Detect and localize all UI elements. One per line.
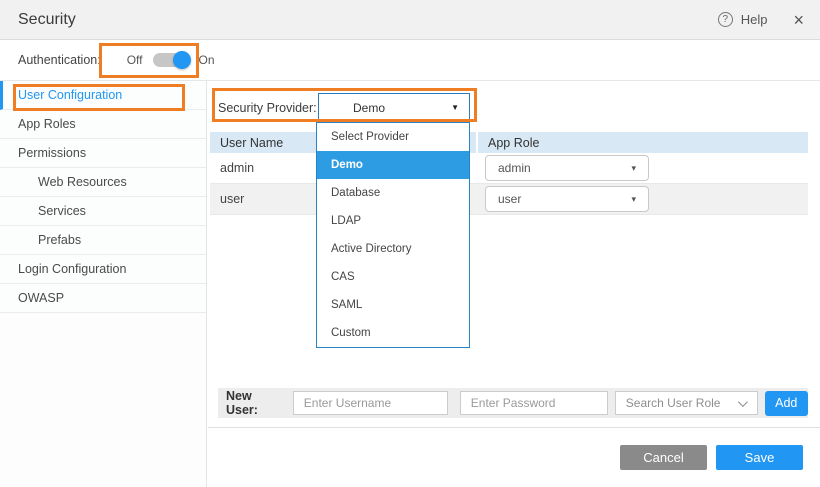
dropdown-arrow-icon: ▾ <box>631 163 636 174</box>
security-provider-select[interactable]: Demo ▼ <box>318 93 470 122</box>
security-provider-label: Security Provider: <box>218 101 318 115</box>
authentication-label: Authentication: <box>18 53 101 67</box>
selected-provider-value: Demo <box>319 101 385 115</box>
save-button[interactable]: Save <box>716 445 803 470</box>
dropdown-arrow-icon: ▼ <box>451 103 459 112</box>
provider-option-database[interactable]: Database <box>317 179 469 207</box>
toggle-off-label: Off <box>127 53 143 67</box>
provider-option-select-provider[interactable]: Select Provider <box>317 123 469 151</box>
sidebar-item-login-configuration[interactable]: Login Configuration <box>0 255 206 284</box>
footer-divider <box>208 427 820 428</box>
close-icon[interactable]: × <box>793 11 804 29</box>
provider-option-custom[interactable]: Custom <box>317 319 469 347</box>
user-role-placeholder: Search User Role <box>616 396 721 410</box>
provider-option-ldap[interactable]: LDAP <box>317 207 469 235</box>
provider-option-cas[interactable]: CAS <box>317 263 469 291</box>
column-header-app-role: App Role <box>478 132 808 153</box>
new-user-row: New User: Search User Role Add <box>218 388 808 418</box>
sidebar-item-permissions[interactable]: Permissions <box>0 139 206 168</box>
toggle-knob[interactable] <box>173 51 191 69</box>
help-icon[interactable]: ? <box>718 12 733 27</box>
provider-option-demo[interactable]: Demo <box>317 151 469 179</box>
sidebar-item-app-roles[interactable]: App Roles <box>0 110 206 139</box>
app-role-select[interactable]: admin ▾ <box>485 155 649 181</box>
provider-option-active-directory[interactable]: Active Directory <box>317 235 469 263</box>
provider-dropdown-list: Select Provider Demo Database LDAP Activ… <box>316 122 470 348</box>
authentication-row: Authentication: Off On <box>0 40 820 81</box>
users-table: User Name App Role admin admin ▾ user us… <box>210 132 808 215</box>
authentication-toggle-group: Off On <box>127 53 215 67</box>
sidebar: User Configuration App Roles Permissions… <box>0 81 207 487</box>
username-input[interactable] <box>293 391 448 415</box>
sidebar-item-prefabs[interactable]: Prefabs <box>0 226 206 255</box>
cancel-button[interactable]: Cancel <box>620 445 707 470</box>
authentication-toggle[interactable] <box>153 53 189 67</box>
password-input[interactable] <box>460 391 608 415</box>
header-actions: ? Help × <box>718 11 804 29</box>
table-row: admin admin ▾ <box>210 153 808 184</box>
sidebar-item-web-resources[interactable]: Web Resources <box>0 168 206 197</box>
app-role-value: user <box>486 192 521 206</box>
security-settings-window: Security ? Help × Authentication: Off On… <box>0 0 820 487</box>
help-button[interactable]: Help <box>741 12 768 27</box>
page-title: Security <box>18 11 76 29</box>
chevron-down-icon <box>738 397 748 407</box>
toggle-on-label: On <box>199 53 215 67</box>
new-user-label: New User: <box>226 389 284 417</box>
app-role-value: admin <box>486 161 531 175</box>
provider-option-saml[interactable]: SAML <box>317 291 469 319</box>
sidebar-item-services[interactable]: Services <box>0 197 206 226</box>
security-provider-row: Security Provider: Demo ▼ <box>218 93 318 122</box>
window-header: Security ? Help × <box>0 0 820 40</box>
sidebar-item-user-configuration[interactable]: User Configuration <box>0 81 206 110</box>
add-user-button[interactable]: Add <box>765 391 808 416</box>
dropdown-arrow-icon: ▾ <box>631 194 636 205</box>
table-header: User Name App Role <box>210 132 808 153</box>
app-role-select[interactable]: user ▾ <box>485 186 649 212</box>
sidebar-item-owasp[interactable]: OWASP <box>0 284 206 313</box>
table-row: user user ▾ <box>210 184 808 215</box>
user-role-select[interactable]: Search User Role <box>615 391 758 415</box>
